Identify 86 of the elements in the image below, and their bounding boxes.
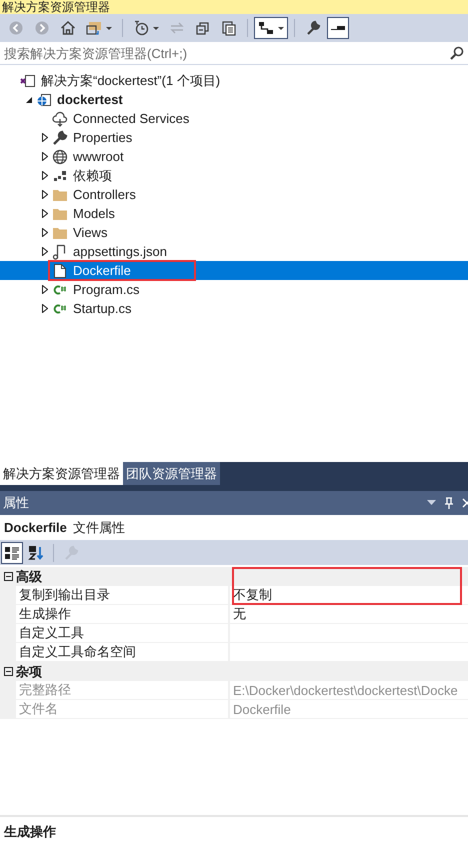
dropdown-caret-icon [278,26,284,30]
property-value-text: E:\Docker\dockertest\dockertest\Docke [233,682,458,698]
panel-tab[interactable]: 团队资源管理器 [123,462,220,485]
toolbar-button[interactable] [1,542,23,564]
property-value-text: 无 [233,605,246,623]
dropdown-icon[interactable] [427,500,436,506]
collapsed-arrow-icon[interactable] [42,152,48,161]
back-icon [8,20,24,36]
window-title: 解决方案资源管理器 [0,0,468,14]
collapsed-arrow-icon[interactable] [42,190,48,199]
sync-icon [169,20,185,36]
object-name: Dockerfile [4,520,67,535]
tree-item-label: Dockerfile [73,263,131,278]
hierarchy-icon [258,20,274,36]
collapsed-arrow-icon[interactable] [42,228,48,237]
property-name: 自定义工具命名空间 [16,643,230,662]
tree-item[interactable]: Views [0,223,468,242]
tree-item-label: Models [73,206,115,221]
object-type: 文件属性 [72,518,125,536]
property-name: 生成操作 [16,605,230,624]
tree-item-label: dockertest [57,92,123,107]
property-name: 文件名 [16,700,230,719]
tree-item[interactable]: dockertest [0,90,468,109]
tree-item-label: Startup.cs [73,301,132,316]
tree-item[interactable]: Program.cs [0,280,468,299]
collapsed-arrow-icon[interactable] [42,171,48,180]
panel-tab[interactable]: 解决方案资源管理器 [0,462,123,485]
pin-icon[interactable] [444,497,454,509]
collapse-box-icon[interactable] [4,667,12,676]
tree-item-label: 解决方案“dockertest”(1 个项目) [41,72,220,90]
cloud-icon [52,110,68,126]
wrench-icon [52,130,68,146]
tree-item[interactable]: 解决方案“dockertest”(1 个项目) [0,71,468,90]
collapse-icon [195,20,211,36]
tree-item[interactable]: Startup.cs [0,299,468,318]
close-icon[interactable] [462,498,468,508]
tree-item-label: Program.cs [73,282,140,297]
categorized-icon [4,544,20,560]
toolbar-button[interactable] [327,17,349,39]
category-name: 杂项 [16,662,42,680]
tree-item[interactable]: Controllers [0,185,468,204]
clock-icon [133,20,149,36]
tree-item-label: Views [73,225,108,240]
description-title: 生成操作 [0,815,468,853]
folder-arrows-icon [86,20,102,36]
dropdown-caret-icon [106,26,112,30]
property-name: 复制到输出目录 [16,586,230,605]
search-icon [450,46,464,60]
tree-item-label: Connected Services [73,111,190,126]
sort-az-icon [28,544,44,560]
panel-title: 属性 [3,494,29,512]
property-name: 自定义工具 [16,624,230,643]
property-value-text: 不复制 [233,586,272,604]
forward-icon [34,20,50,36]
tree-item-label: wwwroot [73,149,124,164]
tree-item[interactable]: Properties [0,128,468,147]
collapsed-arrow-icon[interactable] [42,133,48,142]
tree-item[interactable]: Dockerfile [0,261,468,280]
tree-item[interactable]: appsettings.json [0,242,468,261]
collapsed-arrow-icon[interactable] [42,285,48,294]
tree-item[interactable]: Connected Services [0,109,468,128]
collapsed-arrow-icon[interactable] [42,247,48,256]
property-value[interactable]: 无 [230,605,468,624]
toolbar-button[interactable] [254,17,288,39]
category-name: 高级 [16,568,42,586]
documents-icon [221,20,237,36]
tree-item-label: Controllers [73,187,136,202]
solution-icon [20,72,36,88]
globe-project-icon [36,92,52,108]
preview-icon [331,26,345,30]
collapse-box-icon[interactable] [4,572,12,581]
collapsed-arrow-icon[interactable] [42,209,48,218]
tree-item[interactable]: wwwroot [0,147,468,166]
home-icon [60,20,76,36]
property-value-text: Dockerfile [233,702,291,716]
tree-item-label: appsettings.json [73,244,167,259]
collapsed-arrow-icon[interactable] [42,304,48,313]
expanded-arrow-icon[interactable] [26,96,32,102]
tree-item-label: 依赖项 [73,166,112,184]
tree-item[interactable]: Models [0,204,468,223]
dropdown-caret-icon [153,26,159,30]
globe-icon [52,148,68,164]
property-name: 完整路径 [16,681,230,700]
tree-item-label: Properties [73,130,132,145]
wrench-icon [305,20,321,36]
tree-item[interactable]: 依赖项 [0,166,468,185]
